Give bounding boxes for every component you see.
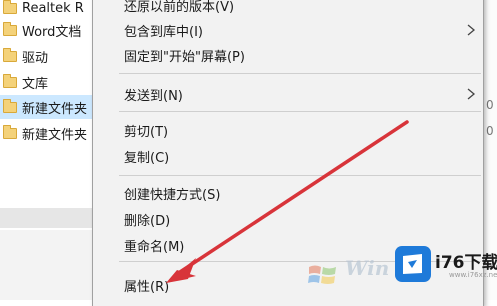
file-item[interactable]: Word文档: [0, 18, 96, 42]
menu-item-label: 还原以前的版本(V): [124, 0, 235, 15]
menu-item-copy[interactable]: 复制(C): [93, 145, 483, 167]
site-name: i76下载网: [435, 253, 497, 273]
menu-separator: [119, 175, 481, 176]
file-item-selected[interactable]: 新建文件夹: [0, 95, 96, 119]
file-name: 新建文件夹: [22, 127, 88, 143]
file-detail-value: 0: [486, 98, 494, 112]
folder-icon: [3, 73, 17, 88]
file-name: 新建文件夹: [22, 101, 88, 117]
windows-logo-icon: [308, 265, 336, 284]
folder-icon: [3, 98, 17, 113]
folder-icon: [3, 47, 17, 62]
menu-item-send-to[interactable]: 发送到(N): [93, 83, 483, 105]
menu-item-restore-previous-versions[interactable]: 还原以前的版本(V): [93, 0, 483, 16]
menu-separator: [119, 111, 481, 112]
folder-icon: [3, 124, 17, 139]
menu-item-label: 固定到"开始"屏幕(P): [124, 49, 245, 65]
file-name: Realtek R: [22, 0, 84, 16]
chevron-right-icon: [467, 88, 476, 100]
file-item[interactable]: 新建文件夹: [0, 121, 96, 145]
file-name: Word文档: [22, 24, 82, 40]
menu-item-label: 复制(C): [124, 150, 170, 166]
empty-area: [0, 230, 96, 300]
file-detail-value: 0: [486, 124, 494, 138]
file-name: 驱动: [22, 50, 49, 66]
folder-icon: [3, 0, 17, 14]
menu-item-label: 属性(R): [124, 279, 170, 295]
empty-area: [0, 208, 96, 228]
chevron-right-icon: [467, 24, 476, 36]
menu-separator: [119, 73, 481, 74]
menu-item-label: 包含到库中(I): [124, 24, 203, 40]
menu-item-label: 创建快捷方式(S): [124, 187, 221, 203]
file-item[interactable]: Realtek R: [0, 0, 96, 20]
folder-icon: [3, 21, 17, 36]
menu-item-create-shortcut[interactable]: 创建快捷方式(S): [93, 182, 483, 204]
menu-item-label: 重命名(M): [124, 239, 185, 255]
file-name: 文库: [22, 76, 49, 92]
menu-item-delete[interactable]: 删除(D): [93, 208, 483, 230]
file-item[interactable]: 驱动: [0, 44, 96, 68]
menu-item-label: 删除(D): [124, 213, 171, 229]
site-watermark: i76下载网 www.i76xz.net: [395, 246, 497, 286]
menu-item-pin-to-start[interactable]: 固定到"开始"屏幕(P): [93, 44, 483, 66]
menu-item-label: 发送到(N): [124, 88, 183, 104]
menu-item-label: 剪切(T): [124, 124, 169, 140]
watermark-win-text: Win: [345, 256, 390, 280]
site-logo-icon: [395, 246, 431, 282]
menu-item-cut[interactable]: 剪切(T): [93, 119, 483, 141]
file-item[interactable]: 文库: [0, 70, 96, 94]
menu-item-include-in-library[interactable]: 包含到库中(I): [93, 19, 483, 41]
site-url: www.i76xz.net: [449, 271, 497, 279]
